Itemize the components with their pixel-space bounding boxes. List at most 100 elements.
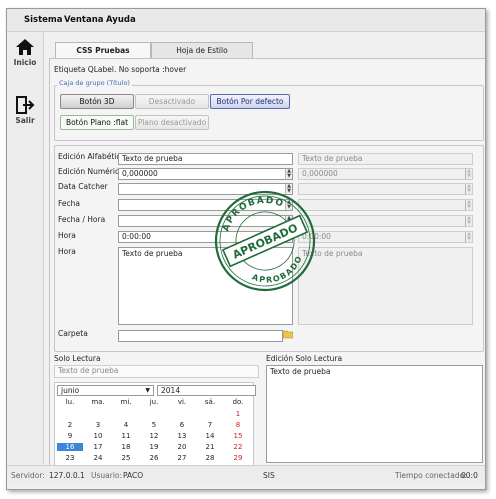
calendar-day[interactable]: 24 (85, 454, 111, 462)
menu-bar: Sistema Ventana Ayuda (7, 9, 485, 32)
calendar-day[interactable]: 23 (57, 454, 83, 462)
menu-ayuda[interactable]: Ayuda (106, 15, 136, 25)
calendar-day[interactable]: 9 (57, 432, 83, 440)
edicion-solo-lectura-textarea: Texto de prueba (266, 365, 483, 463)
calendar-month-select[interactable]: junio ▼ (57, 385, 154, 396)
calendar-weekday-header: do. (232, 398, 244, 406)
calendar-header-row: lu. ma. mi. ju. vi. sá. do. (57, 398, 253, 407)
tab-hoja-de-estilo[interactable]: Hoja de Estilo (151, 42, 253, 58)
calendar-year-value: 2014 (161, 386, 181, 395)
tab-css-pruebas[interactable]: CSS Pruebas (55, 42, 151, 59)
exit-icon (16, 96, 35, 114)
sidebar-item-label: Inicio (13, 58, 37, 67)
catcher-disabled-input (298, 183, 473, 195)
memo-disabled-textarea: Texto de prueba (298, 247, 473, 325)
house-icon (16, 39, 34, 55)
calendar-day[interactable]: 7 (197, 421, 223, 429)
calendar-day[interactable]: 2 (57, 421, 83, 429)
calendar-day[interactable]: 27 (169, 454, 195, 462)
calendar-day[interactable]: 1 (225, 410, 251, 418)
catcher-label: Data Catcher (58, 182, 108, 191)
alfa-label: Edición Alfabética (58, 152, 126, 161)
calendar-day[interactable]: 17 (85, 443, 111, 451)
calendar-weekday-header: vi. (177, 398, 187, 406)
calendar-weekday-header: sá. (204, 398, 216, 406)
main-window: Sistema Ventana Ayuda Inicio Salir CSS P… (6, 8, 486, 490)
calendar-day[interactable]: 26 (141, 454, 167, 462)
memo-label: Hora (58, 247, 76, 256)
calendar-day[interactable]: 18 (113, 443, 139, 451)
menu-sistema[interactable]: Sistema (24, 15, 63, 25)
calendar-week-row: 16 17 18 19 20 21 22 (57, 443, 253, 452)
calendar-week-row: 1 (57, 410, 253, 419)
por-defecto-button[interactable]: Botón Por defecto (210, 94, 290, 109)
group-box-title: Caja de grupo (Título) (57, 79, 132, 87)
calendar-day[interactable]: 19 (141, 443, 167, 451)
menu-ventana[interactable]: Ventana (64, 15, 104, 25)
calendar-day[interactable]: 25 (113, 454, 139, 462)
status-user-value: PACO (123, 471, 144, 480)
fecha-label: Fecha (58, 199, 80, 208)
hora-disabled-spinner: ▲ ▼ (465, 232, 472, 242)
status-time-label: Tiempo conectado: (395, 471, 467, 480)
calendar-day[interactable]: 22 (225, 443, 251, 451)
status-app: SIS (263, 471, 275, 480)
stamp-bottom-text: APROBADO (248, 251, 309, 293)
calendar-day[interactable]: 4 (113, 421, 139, 429)
folder-icon[interactable] (282, 329, 294, 339)
status-user-label: Usuario: (91, 471, 123, 480)
qlabel-text: Etiqueta QLabel. No soporta :hover (54, 65, 187, 74)
calendar-day[interactable]: 5 (141, 421, 167, 429)
sidebar-item-salir[interactable]: Salir (7, 96, 43, 125)
hora-disabled-input: 0:00:00 (298, 231, 473, 243)
calendar-day[interactable]: 11 (113, 432, 139, 440)
calendar-day[interactable]: 13 (169, 432, 195, 440)
status-server-label: Servidor: (11, 471, 45, 480)
solo-lectura-title: Solo Lectura (54, 354, 101, 363)
calendar-year-spinner[interactable]: 2014 (157, 385, 256, 396)
sidebar: Inicio Salir (7, 32, 44, 464)
calendar-day[interactable]: 28 (197, 454, 223, 462)
status-server-value: 127.0.0.1 (49, 471, 85, 480)
chevron-down-icon: ▼ (145, 387, 150, 394)
num-label: Edición Numérica (58, 167, 124, 176)
edicion-solo-lectura-title: Edición Solo Lectura (266, 354, 343, 363)
calendar-day[interactable]: 8 (225, 421, 251, 429)
calendar-weekday-header: mi. (120, 398, 132, 406)
alfa-disabled-input: Texto de prueba (298, 153, 473, 165)
calendar-day[interactable]: 15 (225, 432, 251, 440)
alfa-input[interactable]: Texto de prueba (118, 153, 293, 165)
sidebar-item-inicio[interactable]: Inicio (7, 38, 43, 67)
fecha-disabled-input (298, 199, 473, 211)
calendar-day[interactable]: 14 (197, 432, 223, 440)
calendar-day[interactable]: 16 (57, 443, 83, 451)
calendar-day[interactable]: 6 (169, 421, 195, 429)
calendar-day[interactable]: 12 (141, 432, 167, 440)
calendar-day[interactable]: 20 (169, 443, 195, 451)
calendar-day[interactable]: 3 (85, 421, 111, 429)
calendar-day[interactable]: 10 (85, 432, 111, 440)
calendar-day[interactable]: 21 (197, 443, 223, 451)
carpeta-input[interactable] (118, 330, 283, 342)
catcher-disabled-spinner: ▲ ▼ (465, 184, 472, 194)
calendar-weekday-header: ju. (149, 398, 159, 406)
calendar-week-row: 23 24 25 26 27 28 29 (57, 454, 253, 463)
fecha-hora-disabled-input (298, 215, 473, 227)
num-disabled-input: 0,000000 (298, 168, 473, 180)
calendar-week-row: 2345678 (57, 421, 253, 430)
num-input[interactable]: 0,000000 (118, 168, 293, 180)
calendar-day[interactable]: 29 (225, 454, 251, 462)
plano-desactivado-button: Plano desactivado (135, 115, 209, 130)
desactivado-button: Desactivado (135, 94, 209, 109)
plano-flat-button[interactable]: Botón Plano :flat (60, 115, 134, 130)
fecha-hora-disabled-spinner: ▲ ▼ (465, 216, 472, 226)
carpeta-label: Carpeta (58, 329, 88, 338)
status-bar: Servidor: 127.0.0.1 Usuario: PACO SIS Ti… (7, 465, 485, 484)
sidebar-item-label: Salir (15, 116, 35, 125)
boton-3d-button[interactable]: Botón 3D (60, 94, 134, 109)
approved-stamp: APROBADO APROBADO APROBADO (213, 185, 317, 293)
num-spinner[interactable]: ▲ ▼ (285, 169, 292, 179)
fecha-disabled-spinner: ▲ ▼ (465, 200, 472, 210)
calendar: junio ▼ 2014 lu. ma. mi. ju. vi. sá. do. 1 2 3 4 5 6… (54, 382, 256, 473)
calendar-weekday-header: ma. (91, 398, 105, 406)
